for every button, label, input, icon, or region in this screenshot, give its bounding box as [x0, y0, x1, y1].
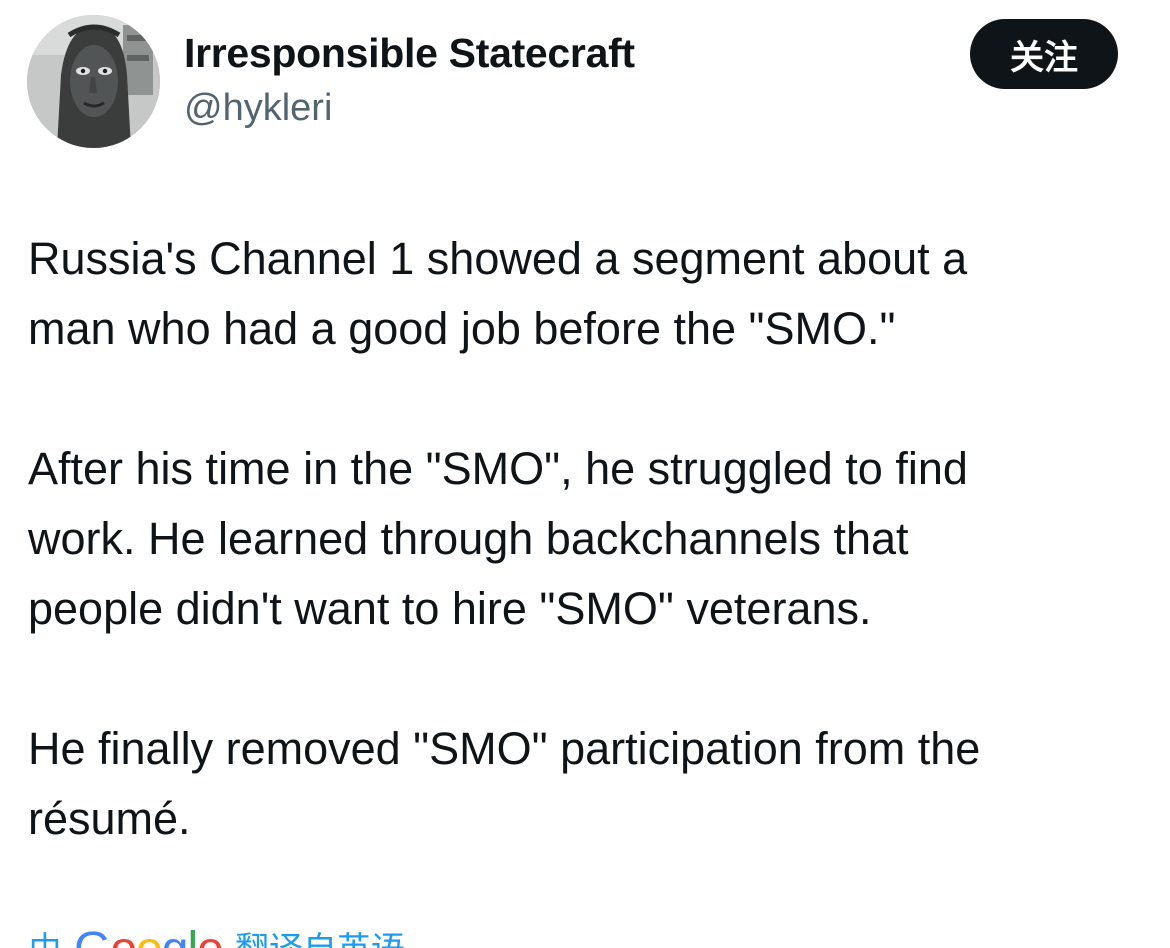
tweet-line: résumé.	[28, 793, 191, 844]
tweet-line: work. He learned through backchannels th…	[28, 513, 909, 564]
tweet-text: Russia's Channel 1 showed a segment abou…	[28, 224, 1148, 854]
translate-link[interactable]: 翻译自英语	[235, 920, 405, 948]
tweet-line: people didn't want to hire "SMO" veteran…	[28, 583, 872, 634]
tweet-line: After his time in the "SMO", he struggle…	[28, 443, 968, 494]
tweet-paragraph: After his time in the "SMO", he struggle…	[28, 434, 1148, 644]
follow-button[interactable]: 关注	[970, 19, 1118, 89]
tweet-paragraph: Russia's Channel 1 showed a segment abou…	[28, 224, 1148, 364]
user-handle[interactable]: @hykleri	[184, 87, 332, 130]
google-logo-letter: G	[74, 920, 111, 948]
tweet-line: He finally removed "SMO" participation f…	[28, 723, 981, 774]
avatar[interactable]	[27, 15, 160, 148]
google-logo-letter: l	[187, 920, 198, 948]
display-name[interactable]: Irresponsible Statecraft	[184, 30, 635, 77]
tweet-header: Irresponsible Statecraft @hykleri 关注	[0, 0, 1170, 170]
translate-prefix: 由	[28, 920, 62, 948]
tweet-line: Russia's Channel 1 showed a segment abou…	[28, 233, 968, 284]
tweet-paragraph: He finally removed "SMO" participation f…	[28, 714, 1148, 854]
google-logo-letter: g	[162, 920, 189, 948]
google-logo-letter: o	[110, 920, 137, 948]
sculpture-face-avatar-icon	[27, 15, 160, 148]
google-logo-letter: e	[197, 920, 224, 948]
tweet-line: man who had a good job before the "SMO."	[28, 303, 896, 354]
translation-attribution[interactable]: 由 Google 翻译自英语	[28, 920, 405, 948]
google-logo-letter: o	[136, 920, 163, 948]
google-logo-icon: Google	[74, 920, 224, 948]
